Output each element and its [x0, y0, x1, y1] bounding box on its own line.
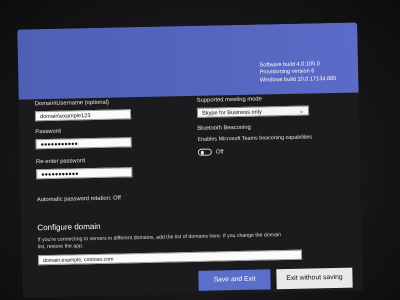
- bluetooth-toggle[interactable]: [197, 148, 212, 156]
- bluetooth-toggle-state: Off: [215, 148, 224, 155]
- windows-build: Windows build 10.0.17134.885: [259, 75, 337, 84]
- configure-domain-input[interactable]: domain.example, contoso.com: [37, 249, 303, 266]
- chevron-down-icon: ⌄: [298, 108, 305, 115]
- meeting-mode-select[interactable]: Skype for Business only ⌄: [196, 105, 310, 118]
- password-label: Password: [35, 128, 61, 136]
- domain-username-input[interactable]: domain\example123: [34, 109, 132, 122]
- save-and-exit-button[interactable]: Save and Exit: [198, 269, 271, 291]
- reenter-password-label: Re-enter password: [35, 158, 86, 166]
- bluetooth-beaconing-description: Enables Microsoft Teams beaconing capabi…: [197, 134, 313, 143]
- settings-screen: Software build 4.0.105.0 Provisioning ve…: [17, 22, 363, 298]
- reenter-password-input[interactable]: ●●●●●●●●●●●: [36, 167, 133, 180]
- configure-domain-title: Configure domain: [37, 221, 101, 233]
- toggle-knob: [200, 150, 204, 155]
- meeting-mode-label: Supported meeting mode: [196, 96, 262, 104]
- exit-without-saving-button[interactable]: Exit without saving: [276, 267, 353, 290]
- bluetooth-beaconing-title: Bluetooth Beaconing: [197, 124, 251, 132]
- configure-domain-description: If you're connecting to servers in diffe…: [37, 232, 282, 251]
- domain-username-label: Domain\Username (optional): [34, 99, 109, 108]
- password-input[interactable]: ●●●●●●●●●●●: [35, 137, 132, 150]
- meeting-mode-value: Skype for Business only: [201, 109, 262, 117]
- build-info: Software build 4.0.105.0 Provisioning ve…: [259, 61, 336, 85]
- password-rotation-status: Automatic password rotation: Off: [36, 195, 121, 204]
- header-banner: Software build 4.0.105.0 Provisioning ve…: [17, 22, 359, 100]
